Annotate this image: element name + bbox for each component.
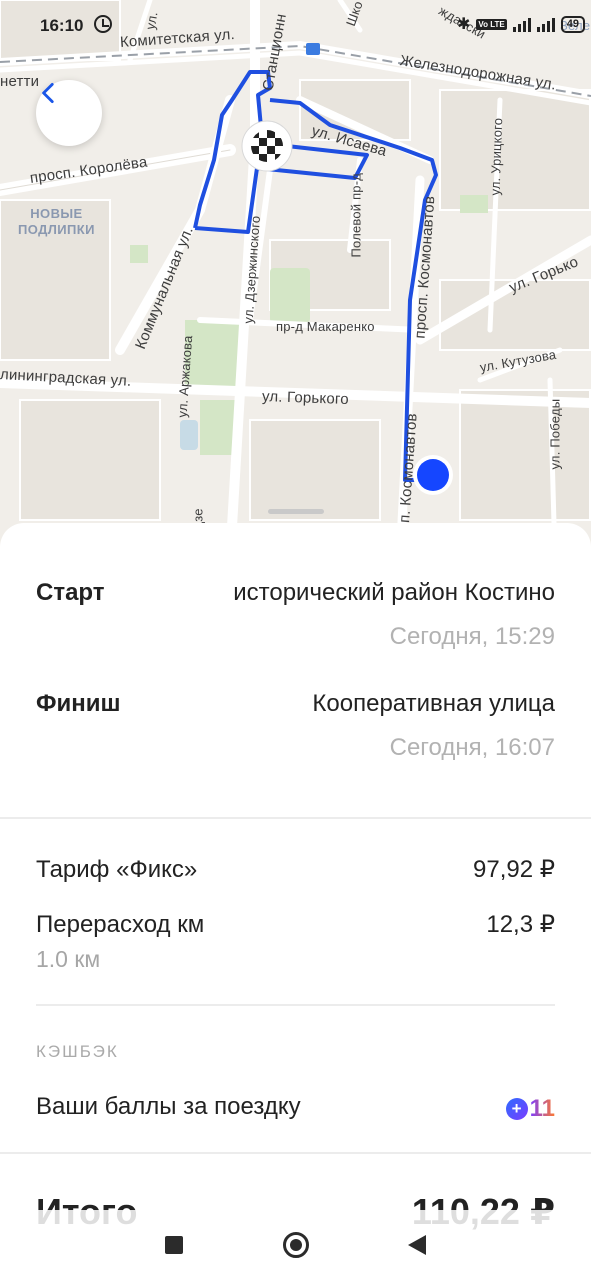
route-map[interactable]: Комитетская ул. Железнодорожная ул. прос… [0, 0, 591, 560]
bluetooth-icon: ✱ [456, 16, 471, 33]
street-label: ул. Урицкого [487, 117, 506, 196]
street-label: Полевой пр-д [348, 172, 364, 258]
street-label: ул. Победы [547, 398, 563, 470]
overrun-value: 12,3 ₽ [486, 911, 555, 938]
district-label: НОВЫЕ ПОДЛИПКИ [18, 206, 95, 237]
finish-address: Кооперативная улица [312, 690, 555, 717]
points-value: 11 [529, 1094, 555, 1122]
points-badge: + 11 [505, 1094, 555, 1123]
points-label: Ваши баллы за поездку [36, 1093, 301, 1120]
finish-label: Финиш [36, 690, 121, 717]
street-label: нетти [0, 73, 40, 90]
status-time: 16:10 [40, 16, 84, 35]
system-nav-bar [0, 1210, 591, 1280]
divider [0, 1152, 591, 1154]
back-button[interactable] [36, 80, 102, 146]
start-row: Старт исторический район Костино [36, 579, 555, 607]
tariff-label: Тариф «Фикс» [36, 856, 198, 883]
plus-icon: + [505, 1097, 528, 1120]
signal-icon [512, 16, 531, 32]
start-time: Сегодня, 15:29 [389, 623, 555, 650]
signal-icon [536, 16, 555, 32]
street-label: ул. Горького [261, 388, 350, 409]
tariff-value: 97,92 ₽ [473, 856, 555, 883]
system-back-button[interactable] [408, 1235, 426, 1255]
current-location-icon [413, 455, 453, 495]
start-label: Старт [36, 579, 105, 606]
overrun-row: Перерасход км 12,3 ₽ [36, 910, 555, 939]
tariff-row: Тариф «Фикс» 97,92 ₽ [36, 855, 555, 884]
chevron-left-icon [42, 82, 54, 104]
sheet-drag-handle[interactable] [268, 509, 324, 514]
street-label: пр-д Макаренко [276, 319, 375, 334]
finish-flag-icon [241, 120, 293, 172]
start-address: исторический район Костино [233, 579, 555, 606]
divider [0, 817, 591, 819]
cashback-title: КЭШБЭК [36, 1042, 119, 1061]
divider [36, 1004, 555, 1006]
home-button[interactable] [283, 1232, 309, 1258]
battery-icon: 49 [560, 15, 585, 33]
finish-time: Сегодня, 16:07 [389, 734, 555, 761]
overrun-label: Перерасход км [36, 911, 205, 938]
alarm-icon [94, 15, 112, 33]
volte-icon: Vo LTE [476, 18, 507, 30]
trip-details-sheet[interactable]: Старт исторический район Костино Сегодня… [0, 509, 591, 1280]
status-bar: 16:10 ✱ Vo LTE 49 [0, 0, 591, 52]
cashback-row[interactable]: Ваши баллы за поездку + 11 [36, 1093, 555, 1123]
overrun-distance: 1.0 км [36, 946, 101, 972]
finish-row: Финиш Кооперативная улица [36, 690, 555, 718]
recent-apps-button[interactable] [165, 1236, 183, 1254]
